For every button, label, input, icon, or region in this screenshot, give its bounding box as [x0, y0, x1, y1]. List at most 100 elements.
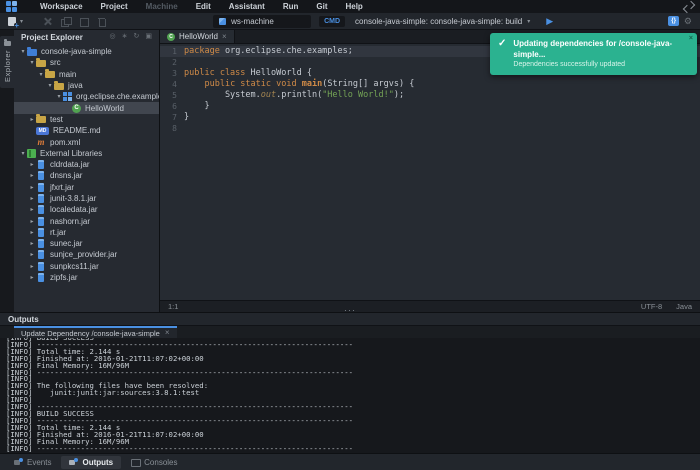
- outputs-icon: [69, 458, 78, 466]
- expander-icon[interactable]: ▾: [46, 82, 54, 89]
- expander-icon[interactable]: ▾: [28, 59, 36, 66]
- machine-selector[interactable]: ws-machine: [213, 15, 311, 28]
- code-line[interactable]: 5 System.out.println("Hello World!");: [160, 90, 700, 101]
- code-lines[interactable]: 1package org.eclipse.che.examples;23publ…: [160, 44, 700, 300]
- tree-item-junit-3-8-1-jar[interactable]: ▸junit-3.8.1.jar: [14, 193, 159, 204]
- expander-icon[interactable]: ▸: [28, 206, 36, 213]
- jar-icon: [38, 228, 44, 237]
- tree-item-rt-jar[interactable]: ▸rt.jar: [14, 227, 159, 238]
- bottom-status-bar: EventsOutputsConsoles: [0, 453, 700, 470]
- expander-icon[interactable]: ▾: [55, 93, 63, 100]
- menu-project[interactable]: Project: [92, 0, 137, 13]
- tree-item-java[interactable]: ▾java: [14, 80, 159, 91]
- tree-item-pom-xml[interactable]: mpom.xml: [14, 136, 159, 147]
- expander-icon[interactable]: ▾: [19, 150, 27, 157]
- markdown-icon: MD: [36, 127, 49, 135]
- menu-git[interactable]: Git: [307, 0, 336, 13]
- copy-icon[interactable]: [61, 17, 70, 26]
- line-number: 4: [160, 79, 184, 90]
- tree-item-main[interactable]: ▾main: [14, 69, 159, 80]
- expander-icon[interactable]: ▸: [28, 263, 36, 270]
- tree-item-external-libraries[interactable]: ▾External Libraries: [14, 148, 159, 159]
- menu-bar: WorkspaceProjectMachineEditAssistantRunG…: [0, 0, 700, 13]
- tree-item-readme-md[interactable]: MDREADME.md: [14, 125, 159, 136]
- cut-icon[interactable]: [43, 17, 52, 26]
- expander-icon[interactable]: ▸: [28, 218, 36, 225]
- expander-icon[interactable]: ▸: [28, 172, 36, 179]
- menu-help[interactable]: Help: [336, 0, 371, 13]
- close-icon[interactable]: ×: [689, 35, 693, 42]
- expander-icon[interactable]: ▸: [28, 116, 36, 123]
- bottom-tab-consoles[interactable]: Consoles: [123, 456, 185, 469]
- outputs-tab-update-dependency[interactable]: Update Dependency /console-java-simple ×: [14, 326, 177, 338]
- splitter-drag-handle[interactable]: ···: [344, 306, 356, 314]
- code-line[interactable]: 4 public static void main(String[] argvs…: [160, 79, 700, 90]
- menu-run[interactable]: Run: [274, 0, 308, 13]
- tree-item-nashorn-jar[interactable]: ▸nashorn.jar: [14, 215, 159, 226]
- expander-icon[interactable]: ▸: [28, 161, 36, 168]
- run-command-button[interactable]: ▶: [546, 16, 553, 26]
- settings-gear-icon[interactable]: ⚙: [684, 16, 692, 26]
- expander-icon[interactable]: ▾: [37, 71, 45, 78]
- code-line[interactable]: 8: [160, 123, 700, 134]
- explorer-rail-tab[interactable]: Explorer: [0, 36, 14, 88]
- new-item-button[interactable]: ▾: [8, 17, 23, 26]
- code-line[interactable]: 7}: [160, 112, 700, 123]
- scroll-from-source-icon[interactable]: ◎: [107, 30, 119, 44]
- editor-status-bar: 1:1 UTF-8 Java: [160, 300, 700, 312]
- fullscreen-expand-icon[interactable]: [684, 2, 694, 12]
- code-text: public class HelloWorld {: [184, 68, 312, 79]
- editor-tab-helloworld[interactable]: C HelloWorld ×: [160, 30, 235, 43]
- paste-icon[interactable]: [79, 17, 88, 26]
- notification-toast[interactable]: ✓ Updating dependencies for /console-jav…: [490, 33, 697, 75]
- maximize-icon[interactable]: ▣: [142, 30, 155, 44]
- project-icon: [27, 49, 37, 56]
- console-log[interactable]: [INFO] BUILD SUCCESS[INFO] -------------…: [0, 338, 700, 453]
- bottom-tab-outputs[interactable]: Outputs: [61, 456, 121, 469]
- che-logo-icon[interactable]: [6, 1, 17, 12]
- menu-assistant[interactable]: Assistant: [220, 0, 274, 13]
- expander-icon[interactable]: ▸: [28, 184, 36, 191]
- toolbar: ▾ ws-machine CMD console-java-simple: co…: [0, 13, 700, 30]
- project-explorer-header: Project Explorer ◎∗↻▣: [14, 30, 159, 44]
- encoding-indicator[interactable]: UTF-8: [641, 302, 662, 311]
- expander-icon[interactable]: ▸: [28, 195, 36, 202]
- expander-icon[interactable]: ▾: [19, 48, 27, 55]
- collapse-all-icon[interactable]: ∗: [119, 30, 131, 44]
- refresh-icon[interactable]: ↻: [131, 30, 143, 44]
- dev-machine-button[interactable]: {}: [668, 16, 679, 26]
- code-line[interactable]: 6 }: [160, 101, 700, 112]
- tree-item-sunpkcs11-jar[interactable]: ▸sunpkcs11.jar: [14, 261, 159, 272]
- expander-icon[interactable]: ▸: [28, 240, 36, 247]
- tree-item-src[interactable]: ▾src: [14, 57, 159, 68]
- tree-item-jfxrt-jar[interactable]: ▸jfxrt.jar: [14, 182, 159, 193]
- tree-item-org-eclipse-che-examples[interactable]: ▾org.eclipse.che.examples: [14, 91, 159, 102]
- tree-item-cldrdata-jar[interactable]: ▸cldrdata.jar: [14, 159, 159, 170]
- menu-machine[interactable]: Machine: [137, 0, 187, 13]
- delete-icon[interactable]: [97, 17, 106, 26]
- tree-item-sunjce-provider-jar[interactable]: ▸sunjce_provider.jar: [14, 249, 159, 260]
- expander-icon[interactable]: ▸: [28, 274, 36, 281]
- tree-item-helloworld[interactable]: CHelloWorld: [14, 102, 159, 113]
- tree-item-label: HelloWorld: [85, 104, 124, 113]
- close-icon[interactable]: ×: [165, 329, 170, 337]
- tree-item-console-java-simple[interactable]: ▾console-java-simple: [14, 46, 159, 57]
- close-icon[interactable]: ×: [222, 33, 227, 41]
- line-number: 6: [160, 101, 184, 112]
- tree-item-sunec-jar[interactable]: ▸sunec.jar: [14, 238, 159, 249]
- command-selector[interactable]: console-java-simple: console-java-simple…: [351, 15, 534, 28]
- chevron-down-icon: ▾: [527, 18, 530, 25]
- expander-icon[interactable]: ▸: [28, 251, 36, 258]
- expander-icon[interactable]: ▸: [28, 229, 36, 236]
- edit-actions-group: [43, 17, 106, 26]
- tree-item-zipfs-jar[interactable]: ▸zipfs.jar: [14, 272, 159, 283]
- tree-item-test[interactable]: ▸test: [14, 114, 159, 125]
- tree-item-localedata-jar[interactable]: ▸localedata.jar: [14, 204, 159, 215]
- tree-item-dnsns-jar[interactable]: ▸dnsns.jar: [14, 170, 159, 181]
- menu-workspace[interactable]: Workspace: [31, 0, 92, 13]
- jar-icon: [38, 262, 44, 271]
- language-indicator[interactable]: Java: [676, 302, 692, 311]
- bottom-tab-events[interactable]: Events: [6, 456, 59, 469]
- tree-item-label: pom.xml: [50, 138, 80, 147]
- menu-edit[interactable]: Edit: [187, 0, 220, 13]
